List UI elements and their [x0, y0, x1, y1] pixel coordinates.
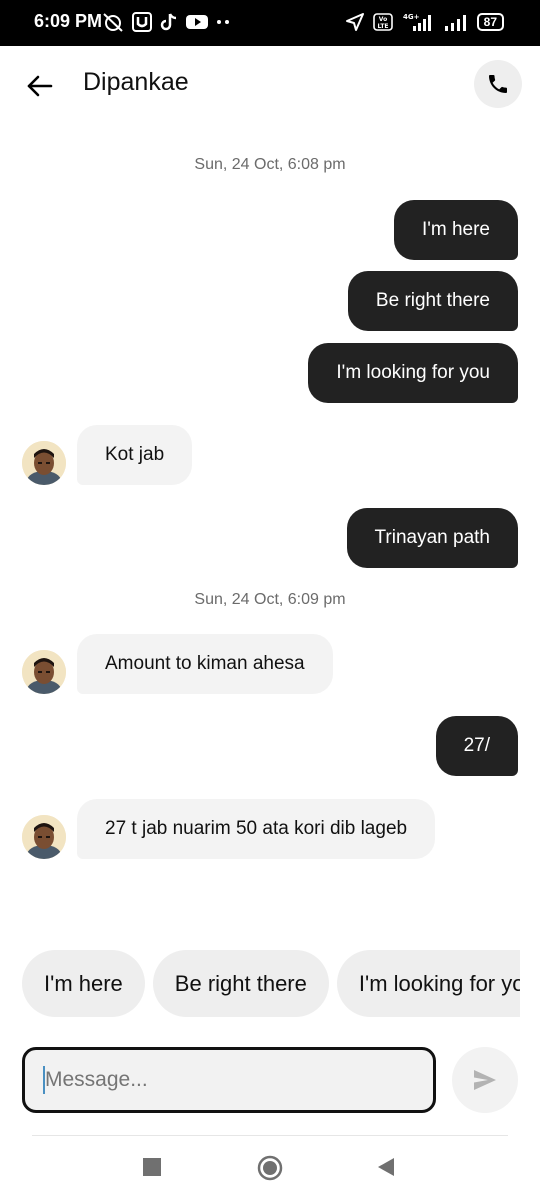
status-bar: 6:09 PM Vo LTE 4G+ 87 [0, 0, 540, 46]
battery-indicator: 87 [476, 13, 504, 31]
signal-icon [444, 15, 466, 31]
status-icons-right: Vo LTE 4G+ 87 [345, 12, 504, 32]
avatar [22, 441, 66, 485]
timestamp: Sun, 24 Oct, 6:09 pm [194, 591, 346, 608]
youtube-icon [186, 15, 208, 29]
more-dots-icon [217, 20, 229, 24]
status-time: 6:09 PM [34, 11, 103, 31]
avatar-image [22, 441, 66, 485]
4g-signal-icon: 4G+ [403, 13, 431, 31]
avatar [22, 650, 66, 694]
alarm-off-icon [103, 13, 123, 32]
avatar [22, 815, 66, 859]
arrow-left-icon[interactable] [24, 70, 56, 102]
chat-header: Dipankae [0, 46, 540, 126]
text-caret [43, 1066, 45, 1094]
svg-text:Vo: Vo [378, 16, 386, 23]
phone-icon [489, 75, 507, 93]
home-circle-icon[interactable] [256, 1154, 284, 1182]
quick-reply-chip[interactable]: I'm here [22, 950, 145, 1017]
sent-message: I'm looking for you [308, 343, 518, 403]
back-triangle-icon[interactable] [376, 1157, 396, 1177]
send-icon [474, 1070, 496, 1090]
received-message: Amount to kiman ahesa [77, 634, 333, 694]
recents-square-icon[interactable] [142, 1157, 162, 1177]
received-message: Kot jab [77, 425, 193, 485]
received-message: 27 t jab nuarim 50 ata kori dib lageb [77, 799, 436, 859]
sent-message: 27/ [435, 716, 518, 776]
message-input[interactable] [22, 1047, 436, 1113]
u-app-icon [132, 12, 152, 32]
send-button[interactable] [452, 1047, 518, 1113]
avatar-image [22, 815, 66, 859]
sent-message: Be right there [347, 271, 518, 331]
svg-text:LTE: LTE [377, 23, 388, 30]
timestamp: Sun, 24 Oct, 6:08 pm [194, 156, 346, 173]
quick-reply-chip[interactable]: I'm looking for you [336, 950, 520, 1017]
status-icons-left [102, 12, 230, 32]
quick-reply-chip[interactable]: Be right there [152, 950, 329, 1017]
call-button[interactable] [474, 60, 522, 108]
sent-message: Trinayan path [346, 508, 518, 568]
avatar-image [22, 650, 66, 694]
system-nav-bar [0, 1140, 540, 1200]
contact-name: Dipankae [83, 68, 189, 96]
volte-icon: VoLTE [372, 13, 393, 31]
quick-replies: I'm here Be right there I'm looking for yo… [22, 950, 520, 1017]
location-icon [345, 13, 364, 31]
divider [32, 1135, 508, 1136]
svg-text:4G+: 4G+ [403, 13, 420, 21]
sent-message: I'm here [393, 200, 518, 260]
tiktok-icon [160, 13, 177, 31]
